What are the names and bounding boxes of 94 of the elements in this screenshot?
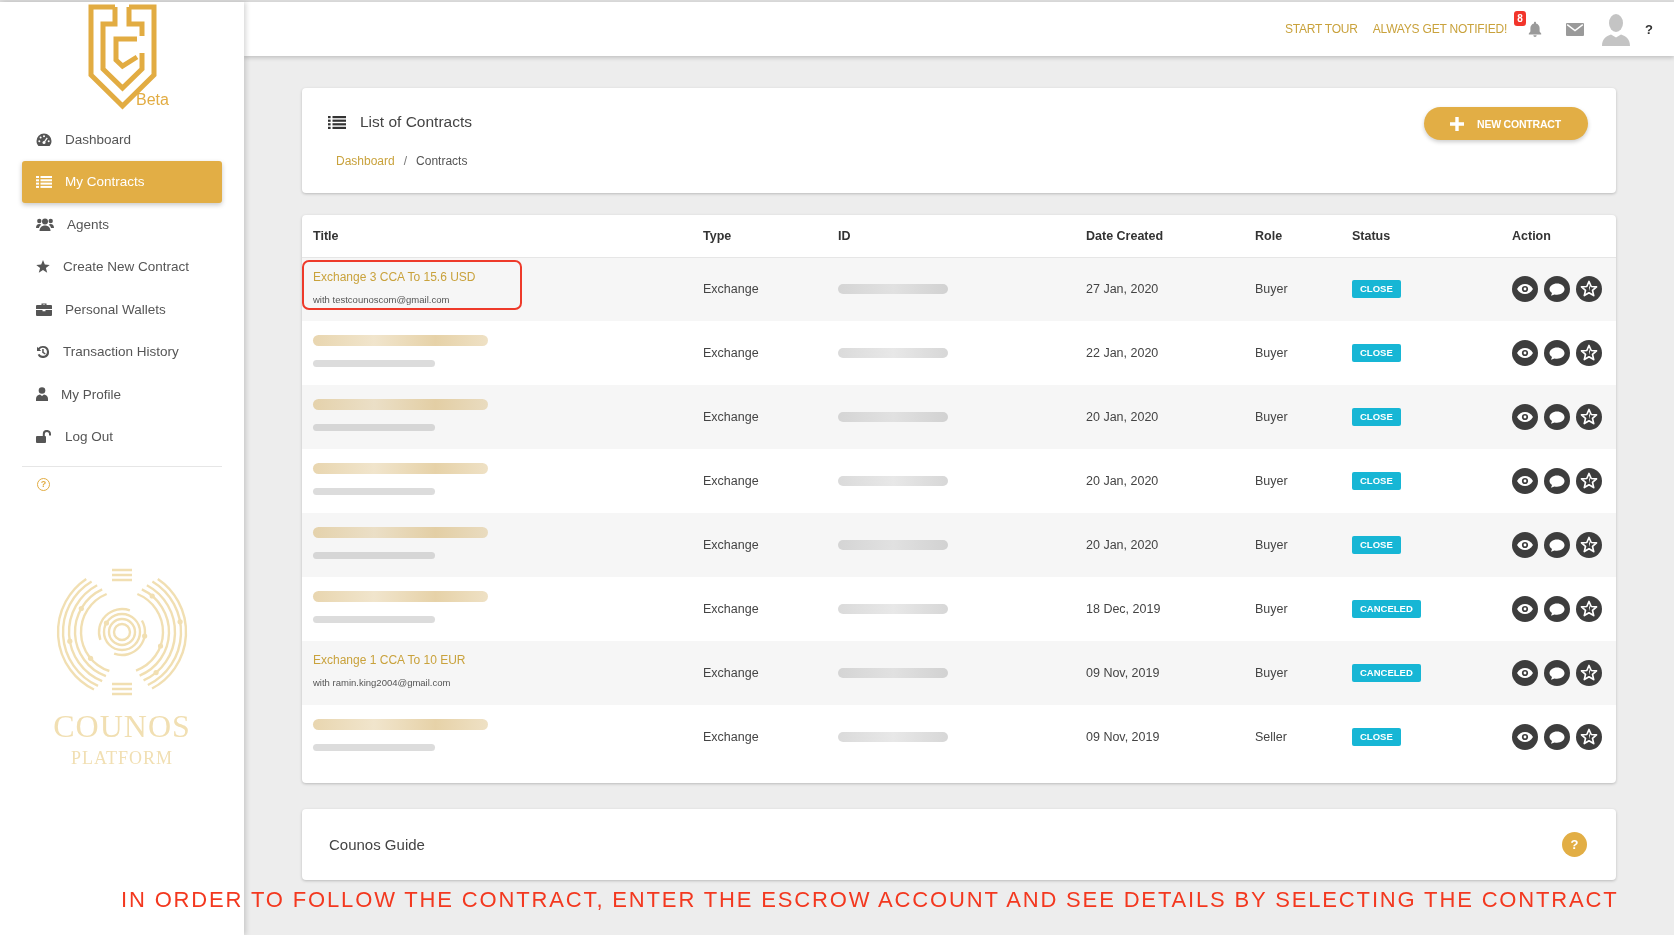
status-badge: CLOSE [1352,472,1401,490]
table-cell: Buyer [1244,385,1341,449]
table-cell: Buyer [1244,577,1341,641]
sidebar-nav-item[interactable]: Log Out [22,415,222,458]
brand-tagline: PLATFORM [71,747,173,769]
table-cell: Exchange [692,449,827,513]
guide-title: Counos Guide [329,836,425,853]
table-cell: Exchange [692,577,827,641]
eye-icon[interactable] [1512,276,1538,303]
table-cell: Buyer [1244,449,1341,513]
sidebar-nav-item[interactable]: Personal Wallets [22,288,222,331]
status-badge: CLOSE [1352,408,1401,426]
page-title: List of Contracts [360,113,472,131]
star-icon [36,260,50,274]
sidebar-nav-item[interactable]: My Contracts [22,160,222,203]
status-badge: CLOSE [1352,536,1401,554]
contract-link[interactable]: Exchange 1 CCA To 10 EUR [313,651,466,669]
eye-icon[interactable] [1512,404,1538,430]
table-cell: Seller [1244,705,1341,769]
column-header: Type [692,215,827,257]
column-header: Action [1501,215,1616,257]
column-header: Status [1341,215,1501,257]
speech-bubble-icon[interactable] [1544,468,1570,494]
topbar-link[interactable]: ALWAYS GET NOTIFIED! [1372,22,1508,36]
table-cell: Exchange [692,321,827,385]
eye-icon[interactable] [1512,596,1538,622]
table-cell: Buyer [1244,513,1341,577]
column-header: Date Created [1075,215,1244,257]
speech-bubble-icon[interactable] [1544,404,1570,430]
speech-bubble-icon[interactable] [1544,660,1570,686]
breadcrumb-current: Contracts [416,153,468,169]
help-button[interactable]: ? [1562,832,1587,857]
table-cell: 18 Dec, 2019 [1075,577,1244,641]
table-cell: 09 Nov, 2019 [1075,705,1244,769]
topbar-link[interactable]: START TOUR [1284,22,1358,36]
status-badge: CLOSE [1352,728,1401,746]
history-icon [36,344,50,359]
table-cell: 22 Jan, 2020 [1075,321,1244,385]
notification-badge: 8 [1514,11,1527,26]
table-cell: 20 Jan, 2020 [1075,449,1244,513]
table-cell: Exchange [692,513,827,577]
sidebar-nav-item[interactable]: My Profile [22,373,222,416]
column-header: Role [1244,215,1341,257]
status-badge: CLOSE [1352,344,1401,362]
sidebar-nav-item[interactable]: Dashboard [22,118,222,161]
column-header: ID [827,215,1075,257]
column-header: Title [302,215,692,257]
speech-bubble-icon[interactable] [1544,532,1570,558]
counterparty-email: with ramin.king2004@gmail.com [313,676,451,690]
list-icon [36,175,52,188]
users-icon [36,217,54,231]
table-cell: Exchange [692,385,827,449]
eye-icon[interactable] [1512,532,1538,558]
speech-bubble-icon[interactable] [1544,276,1570,303]
briefcase-icon [36,302,52,316]
sidebar-nav-item[interactable]: Create New Contract [22,245,222,288]
eye-icon[interactable] [1512,660,1538,686]
status-badge: CANCELED [1352,664,1421,682]
status-badge: CANCELED [1352,600,1421,618]
bell-icon[interactable] [1528,21,1543,37]
help-link[interactable]: ? [1645,21,1653,37]
brand-name: COUNOS [53,708,191,744]
table-cell: Exchange [692,257,827,321]
eye-icon[interactable] [1512,724,1538,750]
table-cell: 27 Jan, 2020 [1075,257,1244,321]
table-cell: Buyer [1244,641,1341,705]
eye-icon[interactable] [1512,468,1538,494]
speech-bubble-icon[interactable] [1544,340,1570,366]
instruction-caption: IN ORDER TO FOLLOW THE CONTRACT, ENTER THE ESCROW ACCOUNT AND SEE DETAILS BY SELECTING THE CONTRACT [121,886,1619,914]
open-padlock-icon [36,430,52,444]
contract-link[interactable]: Exchange 3 CCA To 15.6 USD [313,267,476,286]
beta-label: Beta [136,91,169,109]
speech-bubble-icon[interactable] [1544,724,1570,750]
new-contract-button[interactable]: NEW CONTRACT [1424,107,1588,140]
table-cell: Buyer [1244,321,1341,385]
table-cell: Exchange [692,641,827,705]
user-icon [36,387,48,402]
sidebar-nav-item[interactable]: Agents [22,203,222,246]
gauge-icon [36,132,52,146]
table-cell: Exchange [692,705,827,769]
sidebar-nav-item[interactable]: Transaction History [22,330,222,373]
list-icon [328,115,346,129]
table-cell: 20 Jan, 2020 [1075,513,1244,577]
plus-icon [1450,116,1464,131]
eye-icon[interactable] [1512,340,1538,366]
breadcrumb-separator: / [403,153,408,169]
status-badge: CLOSE [1352,280,1401,299]
breadcrumb-link[interactable]: Dashboard [336,153,395,169]
table-cell: Buyer [1244,257,1341,321]
counterparty-email: with testcounoscom@gmail.com [313,292,450,307]
speech-bubble-icon[interactable] [1544,596,1570,622]
envelope-icon[interactable] [1566,22,1585,36]
table-cell: 20 Jan, 2020 [1075,385,1244,449]
table-cell: 09 Nov, 2019 [1075,641,1244,705]
